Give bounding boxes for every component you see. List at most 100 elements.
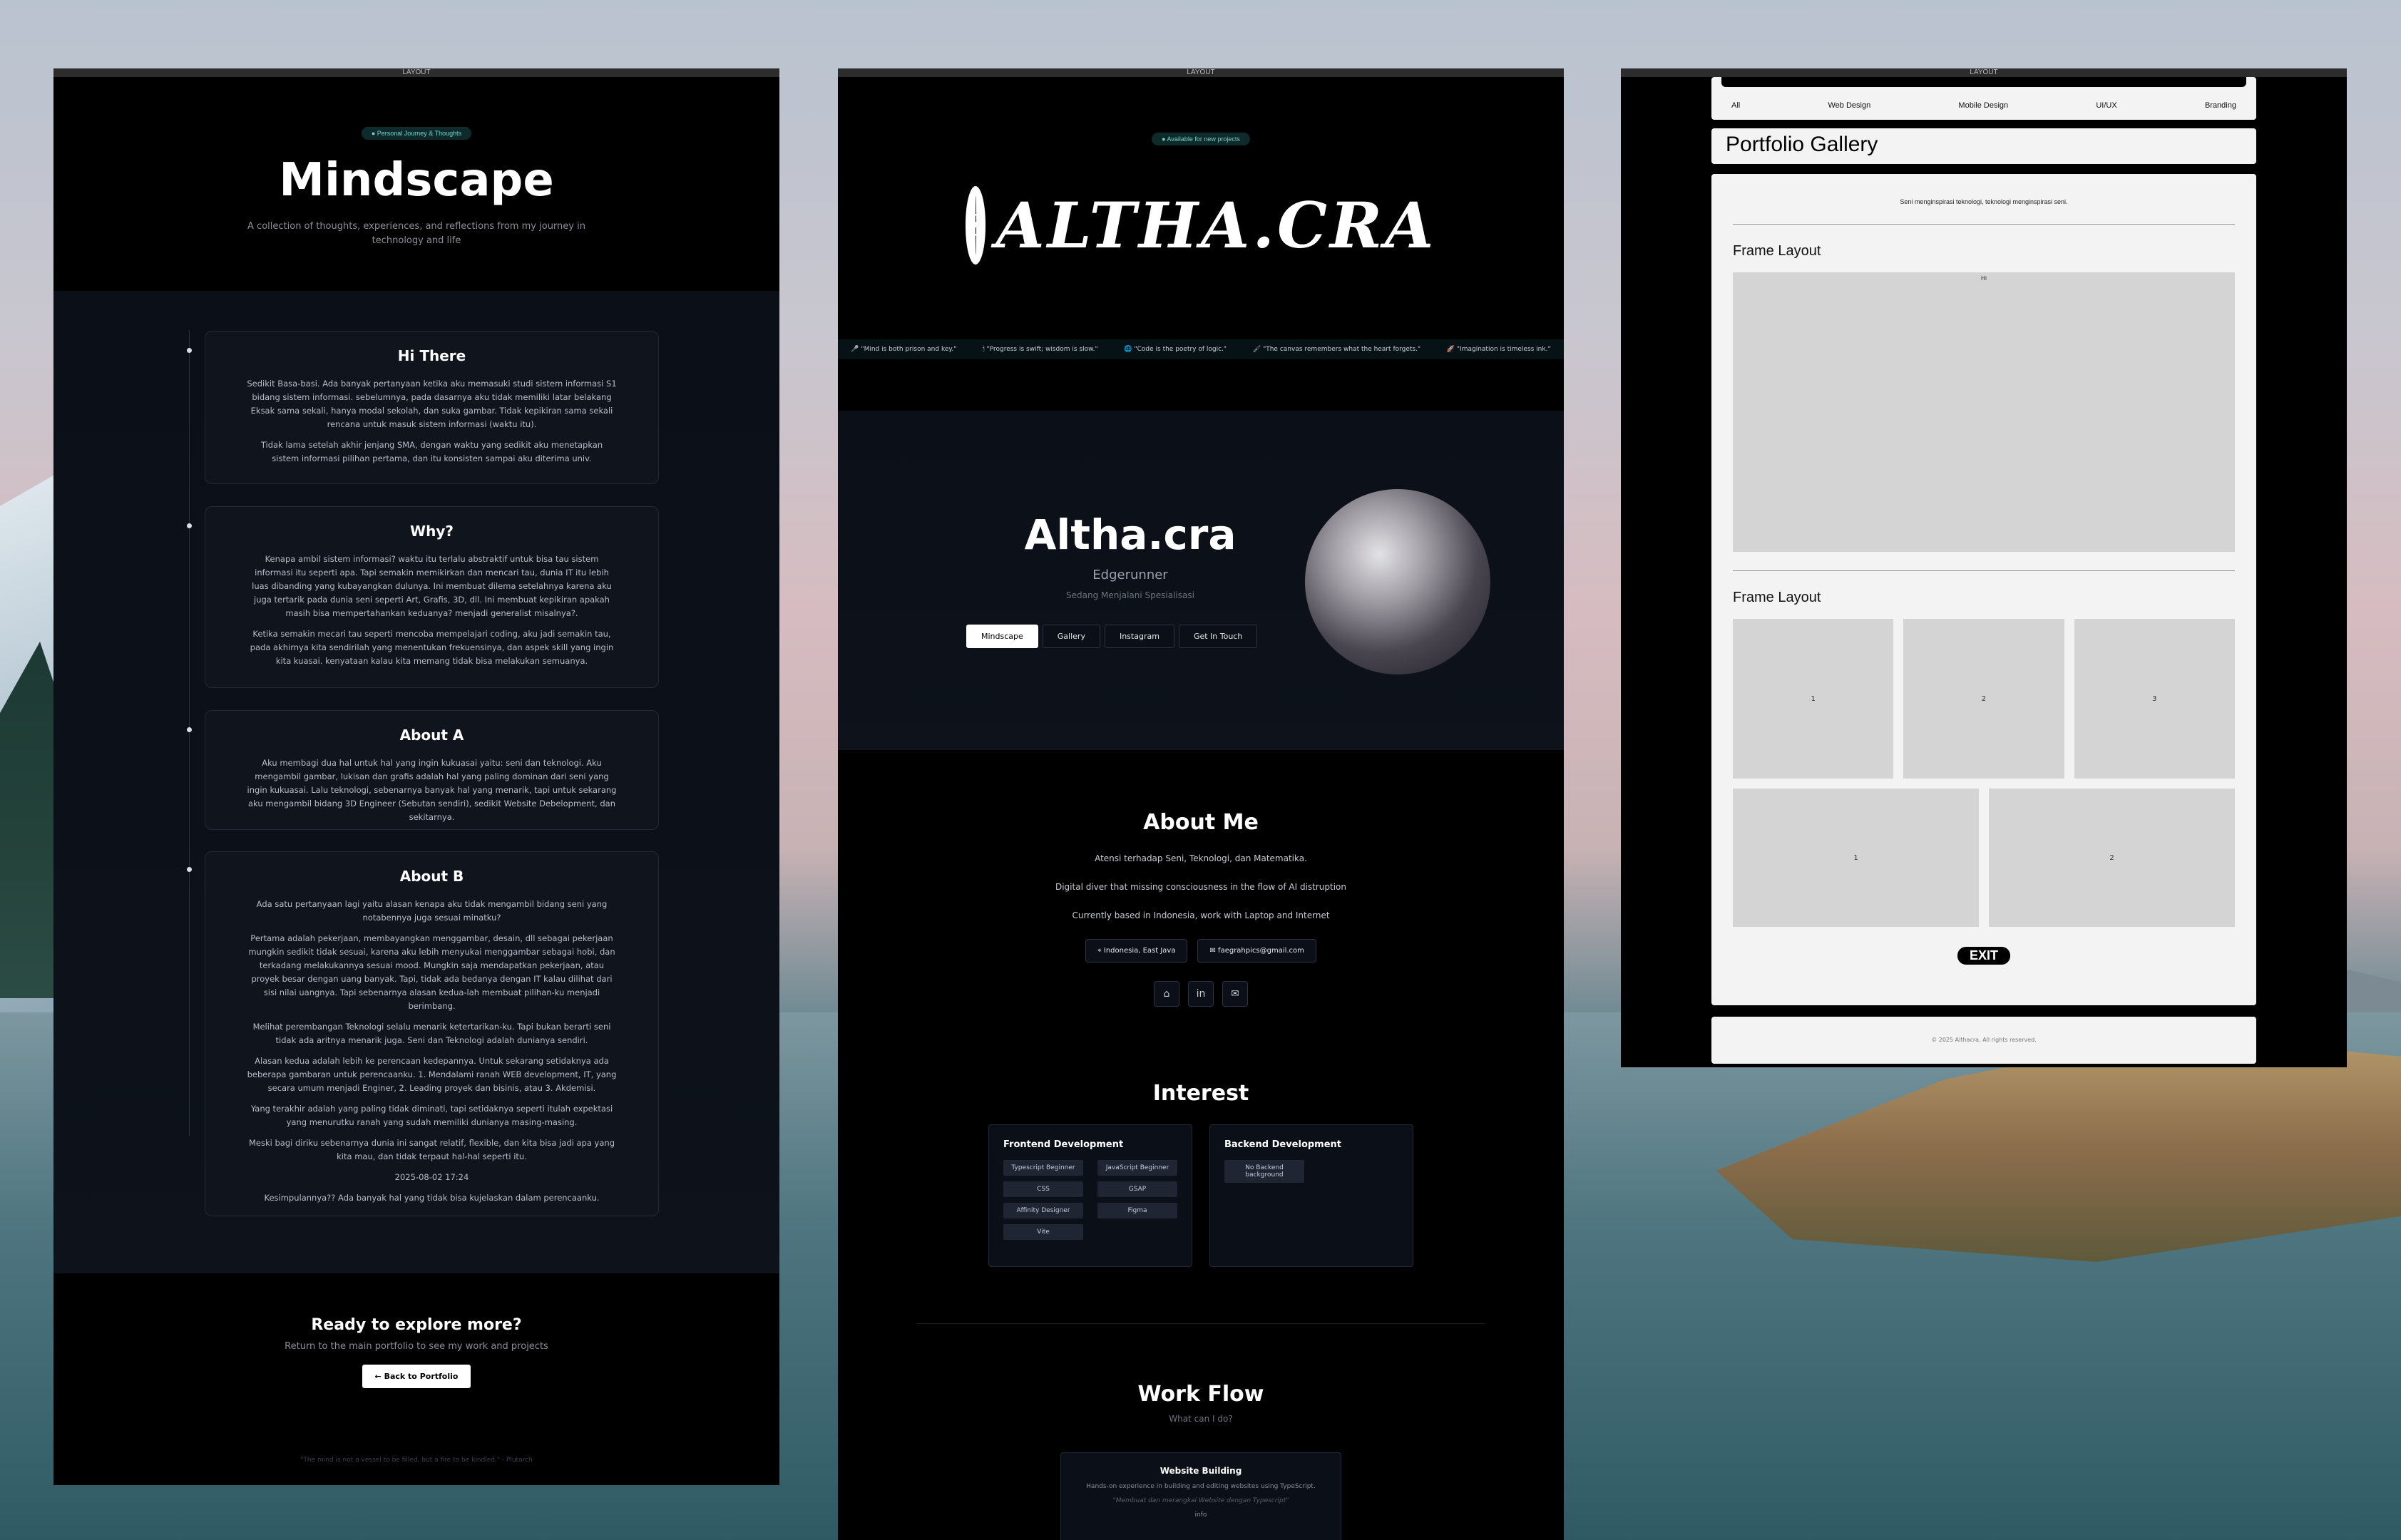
location-text: Indonesia, East Java [1103,947,1176,955]
gallery-subtitle: Seni menginspirasi teknologi, teknologi … [1900,198,2068,205]
frame-label: Hi [1980,275,1987,282]
about-line: Currently based in Indonesia, work with … [1072,910,1330,920]
nav-instagram-button[interactable]: Instagram [1104,625,1174,648]
card-paragraph: Tidak lama setelah akhir jenjang SMA, de… [260,440,603,463]
pin-icon: ⌖ [1097,947,1104,955]
backend-title: Backend Development [1224,1139,1342,1150]
card-paragraph: Kenapa ambil sistem informasi? waktu itu… [252,554,612,618]
frame-layout-title: Frame Layout [1733,243,1821,259]
interest-boxes: Frontend Development Typescript Beginner… [838,1124,1564,1267]
filter-uiux-tab[interactable]: UI/UX [2096,101,2116,110]
filter-web-design-tab[interactable]: Web Design [1828,101,1870,110]
nav-mindscape-button[interactable]: Mindscape [966,625,1038,648]
nav-gallery-button[interactable]: Gallery [1042,625,1100,648]
about-title: About Me [1143,810,1259,835]
frame-grid-row: 1 2 3 [1733,619,2235,779]
window-mindscape: LAYOUT ● Personal Journey & Thoughts Min… [53,68,779,1485]
skill-tag: Affinity Designer [1003,1203,1083,1218]
filter-bar-strip [1721,77,2246,87]
window-titlebar[interactable]: LAYOUT [53,68,779,77]
timeline-dot [187,867,192,872]
interest-section: Interest Frontend Development Typescript… [838,1081,1564,1267]
github-icon[interactable]: ⌂ [1154,981,1179,1007]
mail-icon[interactable]: ✉ [1222,981,1248,1007]
card-paragraph: Melihat perembangan Teknologi selalu men… [252,1022,611,1045]
skill-tag: CSS [1003,1181,1083,1197]
frontend-tags: Typescript Beginner JavaScript Beginner … [1003,1160,1177,1240]
frame-cell[interactable]: 2 [1989,789,2235,927]
profile-nav: Mindscape Gallery Instagram Get In Touch [966,625,1258,648]
gallery-body: Seni menginspirasi teknologi, teknologi … [1711,174,2256,1005]
card-timestamp: 2025-08-02 17:24 [394,1172,469,1182]
workflow-card-title: Website Building [1159,1466,1242,1476]
card-paragraph: Meski bagi diriku sebenarnya dunia ini s… [249,1138,615,1161]
workflow-section: Work Flow What can I do? Website Buildin… [838,1382,1564,1540]
skill-tag: No Backend background [1224,1160,1304,1183]
ticker-item: 🌐 "Code is the poetry of logic." [1124,346,1227,353]
page-subtitle: A collection of thoughts, experiences, a… [247,221,585,246]
card-title: About B [399,868,464,885]
frame-layout-title: Frame Layout [1733,590,1821,605]
logo-seal-icon: S [965,186,986,265]
workflow-card-desc: Hands-on experience in building and edit… [1086,1483,1316,1490]
timeline-dot [187,348,192,353]
frontend-title: Frontend Development [1003,1139,1124,1150]
back-to-portfolio-button[interactable]: ← Back to Portfolio [362,1365,471,1388]
card-paragraph: Ada satu pertanyaan lagi yaitu alasan ke… [256,899,608,923]
location-chip: ⌖ Indonesia, East Java [1085,939,1188,962]
card-paragraph: Yang terakhir adalah yang paling tidak d… [250,1104,613,1127]
backend-tags: No Backend background [1224,1160,1398,1183]
avatar [1305,489,1490,674]
card-paragraph: Alasan kedua adalah lebih ke perencaan k… [247,1056,617,1093]
nav-get-in-touch-button[interactable]: Get In Touch [1178,625,1258,648]
altha-logo: S ALTHA.CRA [965,185,1433,265]
workflow-subtitle: What can I do? [1169,1414,1233,1424]
cta-subtitle: Return to the main portfolio to see my w… [285,1341,548,1352]
mindscape-hero: ● Personal Journey & Thoughts Mindscape … [53,77,779,291]
timeline-line [189,330,190,1136]
ticker-item: 🚀 "Imagination is timeless ink." [1446,346,1551,353]
card-paragraph: Pertama adalah pekerjaan, membayangkan m… [248,933,615,1011]
gallery-footer: © 2025 Althacra. All rights reserved. [1711,1017,2256,1064]
card-title: Hi There [397,347,466,364]
contact-chips: ⌖ Indonesia, East Java ✉ faegrahpics@gma… [838,939,1564,962]
card-paragraph: Kesimpulannya?? Ada banyak hal yang tida… [264,1193,600,1203]
social-links: ⌂ in ✉ [838,981,1564,1007]
card-paragraph: Sedikit Basa-basi. Ada banyak pertanyaan… [247,379,617,429]
frame-cell[interactable]: 1 [1733,619,1894,779]
frame-cell[interactable]: 1 [1733,789,1979,927]
workflow-card-info[interactable]: info [1074,1511,1328,1519]
email-text: faegrahpics@gmail.com [1218,947,1304,955]
timeline-dot [187,727,192,732]
ticker-item: 🖌 "The canvas remembers what the heart f… [1252,346,1421,353]
linkedin-icon[interactable]: in [1188,981,1214,1007]
logo-text: ALTHA.CRA [995,188,1437,262]
frame-cell[interactable]: 2 [1903,619,2064,779]
filter-all-tab[interactable]: All [1731,101,1740,110]
frame-cell[interactable]: 3 [2074,619,2235,779]
email-chip[interactable]: ✉ faegrahpics@gmail.com [1197,939,1316,962]
page-title: Mindscape [279,154,554,207]
window-titlebar[interactable]: LAYOUT [1621,68,2347,77]
ticker-item: 🕯 "Progress is swift; wisdom is slow." [983,346,1098,353]
gallery-title: Portfolio Gallery [1726,133,1878,156]
filter-mobile-design-tab[interactable]: Mobile Design [1958,101,2008,110]
gallery-filter-bar: All Web Design Mobile Design UI/UX Brand… [1711,77,2256,120]
window-titlebar[interactable]: LAYOUT [838,68,1564,77]
workflow-card: Website Building Hands-on experience in … [1060,1452,1341,1540]
backend-box: Backend Development No Backend backgroun… [1209,1124,1413,1267]
card-title: About A [399,727,464,744]
journey-badge: ● Personal Journey & Thoughts [361,127,472,140]
exit-button[interactable]: EXIT [1957,947,2010,965]
timeline: Hi There Sedikit Basa-basi. Ada banyak p… [53,291,779,1273]
skill-tag: JavaScript Beginner [1097,1160,1177,1176]
availability-badge: ● Available for new projects [1152,133,1250,145]
profile-role: Edgerunner [1092,568,1168,582]
cta-title: Ready to explore more? [311,1316,522,1334]
frame-large[interactable]: Hi [1733,272,2235,552]
filter-branding-tab[interactable]: Branding [2205,101,2236,110]
filter-tabs: All Web Design Mobile Design UI/UX Brand… [1711,101,2256,110]
about-line: Digital diver that missing consciousness… [1055,882,1347,892]
journal-card: About B Ada satu pertanyaan lagi yaitu a… [205,851,659,1216]
journal-card: Hi There Sedikit Basa-basi. Ada banyak p… [205,331,659,484]
